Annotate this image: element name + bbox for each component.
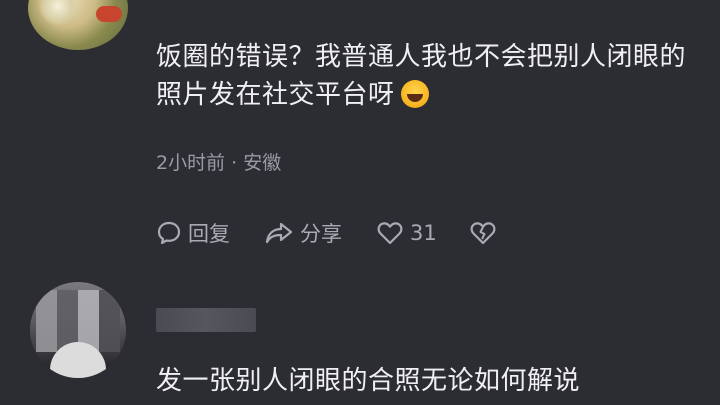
share-label: 分享 bbox=[300, 222, 342, 246]
heart-icon bbox=[377, 222, 403, 245]
meta-separator: · bbox=[231, 152, 238, 174]
like-count: 31 bbox=[410, 221, 437, 245]
comment-time: 2小时前 bbox=[156, 152, 226, 174]
comment-body: 发一张别人闭眼的合照无论如何解说 bbox=[156, 366, 581, 396]
reply-icon bbox=[157, 221, 181, 245]
avatar-flower-graphic bbox=[38, 0, 78, 26]
avatar-bug-graphic bbox=[96, 6, 122, 22]
comment-meta: 2小时前 · 安徽 bbox=[156, 148, 281, 175]
comment-location: 安徽 bbox=[243, 152, 282, 174]
share-button[interactable]: 分享 bbox=[264, 215, 342, 251]
commenter-avatar[interactable] bbox=[28, 0, 128, 50]
broken-heart-icon bbox=[470, 222, 496, 245]
comment-actions: 回复 分享 31 bbox=[156, 215, 497, 251]
reply-label: 回复 bbox=[188, 222, 230, 246]
dislike-button[interactable] bbox=[469, 215, 497, 251]
rolling-laughing-emoji-icon bbox=[400, 80, 429, 108]
comment-text: 饭圈的错误？我普通人我也不会把别人闭眼的照片发在社交平台呀 bbox=[156, 38, 696, 114]
commenter-avatar[interactable] bbox=[30, 282, 126, 378]
reply-button[interactable]: 回复 bbox=[156, 215, 230, 251]
share-icon bbox=[265, 222, 293, 244]
like-button[interactable]: 31 bbox=[376, 215, 437, 251]
comment-text: 发一张别人闭眼的合照无论如何解说 bbox=[156, 362, 696, 400]
redacted-username[interactable] bbox=[156, 308, 256, 332]
